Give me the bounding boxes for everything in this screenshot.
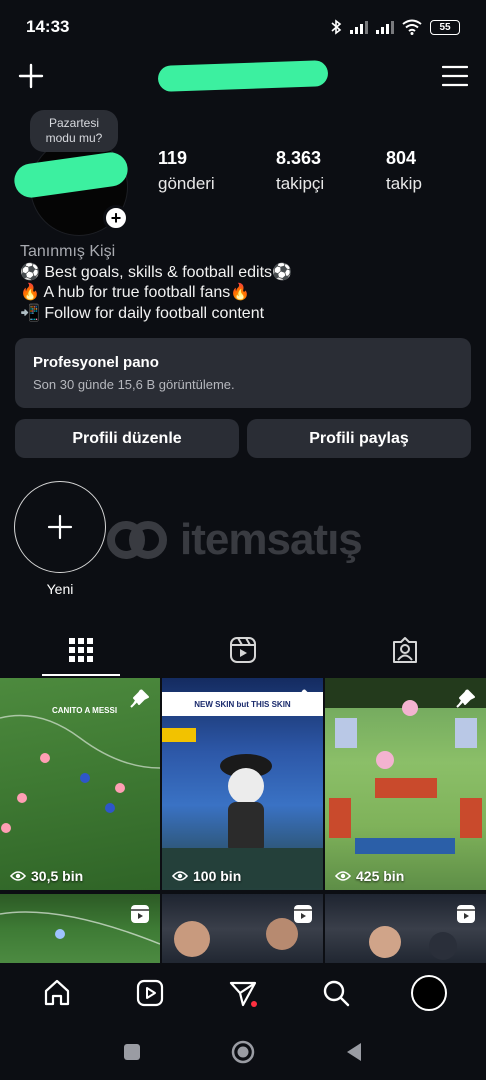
signal-icon [350,20,368,34]
dashboard-title: Profesyonel pano [33,354,159,371]
wifi-icon [402,19,422,35]
menu-button[interactable] [440,61,470,91]
recents-button[interactable] [123,1043,141,1061]
dashboard-subtitle: Son 30 günde 15,6 B görüntüleme. [33,377,235,392]
stat-value: 8.363 [276,148,322,168]
professional-dashboard[interactable]: Profesyonel pano Son 30 günde 15,6 B gör… [15,338,471,408]
eye-icon [172,871,188,881]
username-redacted[interactable] [157,60,329,92]
stat-label: gönderi [158,174,215,193]
stat-label: takip [386,174,422,193]
stat-following[interactable]: 804 takip [386,148,422,194]
signal-icon [376,20,394,34]
menu-icon [442,65,468,87]
grid-icon [69,638,93,662]
posts-grid: CANITO A MESSI 30,5 bin NEW SKIN but THI… [0,678,486,964]
bio-line: 📲 Follow for daily football content [20,304,265,322]
stat-value: 804 [386,148,417,168]
post-tile[interactable]: NEW SKIN but THIS SKIN 100 bin [162,678,323,890]
bio-line: 🔥 A hub for true football fans🔥 [20,284,251,301]
stat-posts[interactable]: 119 gönderi [158,148,215,194]
status-bar: 14:33 55 [0,0,486,54]
nav-search[interactable] [314,971,358,1015]
battery-icon: 55 [430,19,460,35]
home-button[interactable] [231,1040,255,1064]
stat-label: takipçi [276,174,325,193]
profile-tabs [0,624,486,676]
stat-value: 119 [158,148,188,168]
bluetooth-icon [331,19,342,35]
post-tile[interactable]: CANITO A MESSI 30,5 bin [0,678,160,890]
new-highlight[interactable]: Yeni [14,481,106,597]
home-icon [44,979,69,1006]
pin-icon [128,688,150,715]
post-tile[interactable] [0,893,160,964]
watermark: itemsatış [104,515,363,565]
reel-icon [293,904,313,929]
post-views-count: 30,5 bin [31,868,84,884]
pin-icon [291,688,313,715]
profile-avatar [411,975,448,1011]
bottom-navigation [0,963,486,1023]
plus-icon [18,63,44,89]
nav-home[interactable] [35,971,79,1015]
back-button[interactable] [345,1042,363,1062]
reels-icon [230,637,256,663]
back-icon [347,1042,361,1061]
plus-icon [47,514,73,540]
tab-tagged[interactable] [324,624,486,676]
home-icon [231,1040,255,1063]
post-overlay-text: CANITO A MESSI [52,706,118,715]
post-views-count: 425 bin [356,868,405,884]
tab-reels[interactable] [162,624,324,676]
share-profile-button[interactable]: Profili paylaş [247,419,471,458]
recents-icon [124,1043,140,1060]
status-time: 14:33 [26,17,70,36]
add-story-icon[interactable]: + [103,205,129,231]
highlight-label: Yeni [46,581,74,597]
post-views-count: 100 bin [193,868,242,884]
nav-profile[interactable] [407,971,451,1015]
post-tile[interactable]: 425 bin [325,678,486,890]
profile-header [0,54,486,98]
eye-icon [335,871,351,881]
bio: Tanınmış Kişi ⚽ Best goals, skills & foo… [20,242,460,324]
bio-category: Tanınmış Kişi [20,243,116,260]
reel-icon [456,904,476,929]
search-icon [323,980,350,1007]
watermark-text: itemsatış [180,515,363,564]
eye-icon [10,871,26,881]
note-bubble[interactable]: Pazartesi modu mu? [30,110,118,152]
nav-reels[interactable] [128,971,172,1015]
post-views: 100 bin [172,868,241,884]
post-views: 30,5 bin [10,868,83,884]
post-views: 425 bin [335,868,404,884]
post-tile[interactable] [325,893,486,964]
stat-followers[interactable]: 8.363 takipçi [276,148,324,194]
create-button[interactable] [16,61,46,91]
reel-icon [130,904,150,929]
edit-profile-button[interactable]: Profili düzenle [15,419,239,458]
watermark-logo-icon [107,521,167,559]
bio-line: ⚽ Best goals, skills & football edits⚽ [20,263,292,281]
status-icons: 55 [330,19,460,35]
system-navigation [0,1023,486,1080]
tagged-icon [393,637,417,663]
highlight-circle[interactable] [14,481,106,573]
reels-icon [136,979,163,1007]
tab-posts[interactable] [0,624,162,676]
notification-dot [250,1001,257,1007]
post-tile[interactable] [162,893,323,964]
nav-messages[interactable] [221,971,265,1015]
pin-icon [454,688,476,715]
profile-section: Pazartesi modu mu? + 119 gönderi 8.363 t… [0,110,486,236]
